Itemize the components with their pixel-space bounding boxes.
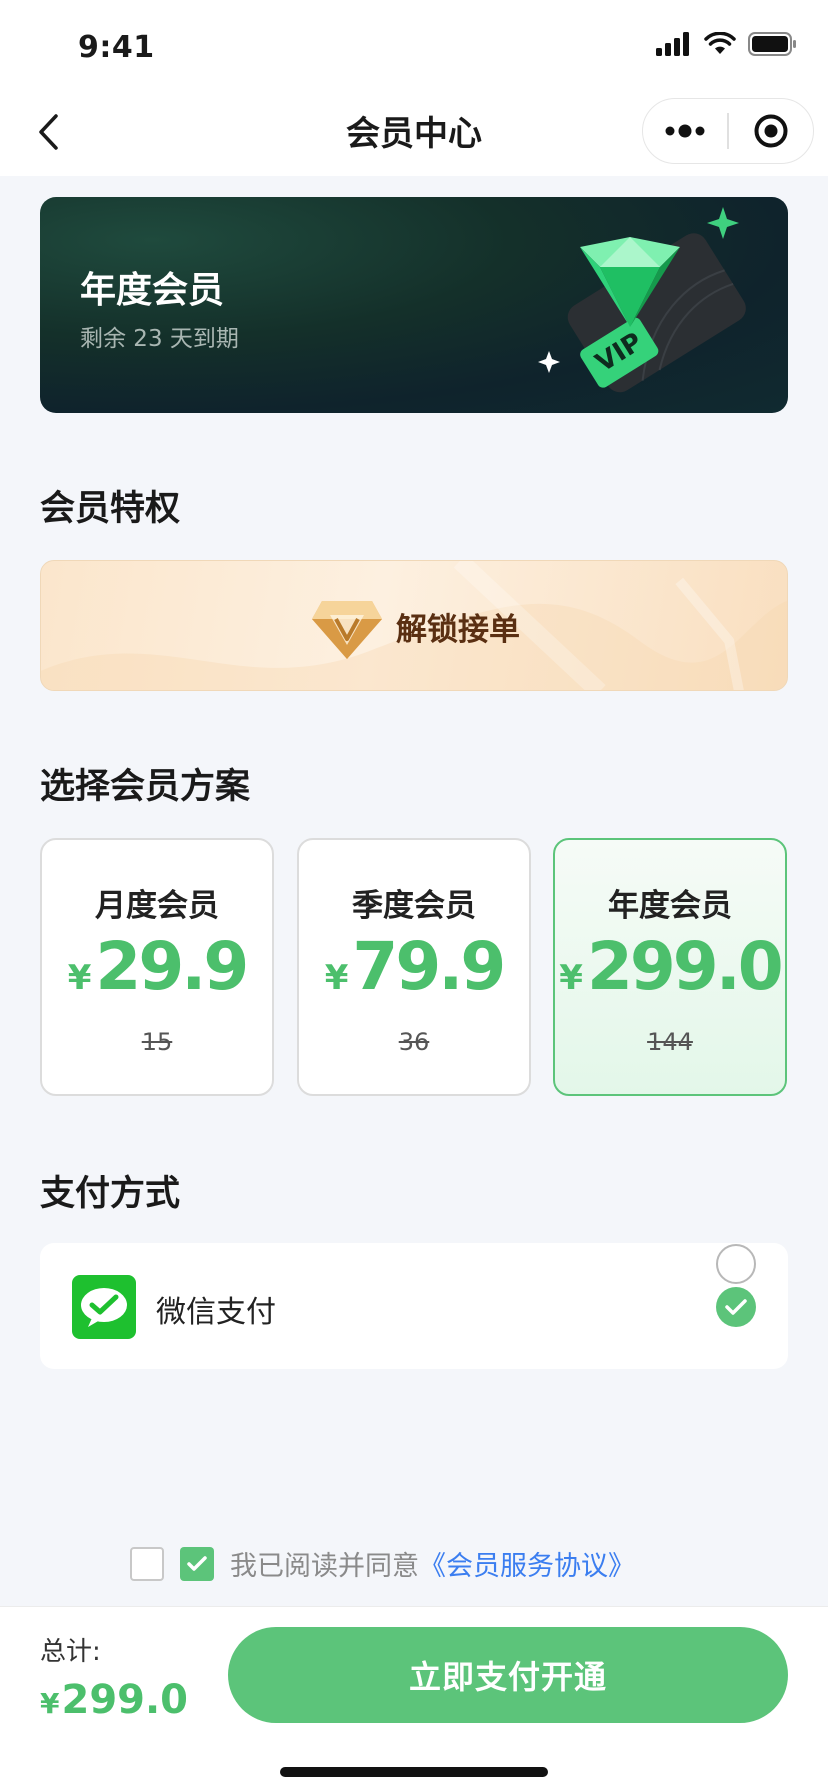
agreement-checkbox-empty[interactable] [130,1546,164,1581]
currency-symbol: ¥ [67,958,92,998]
radio-unselected[interactable] [716,1244,756,1284]
check-icon [187,1555,207,1571]
total-value: 299.0 [61,1677,189,1723]
original-price: 36 [398,1028,430,1056]
privilege-unlock-orders[interactable]: 解锁接单 [40,560,788,691]
plan-name: 季度会员 [352,888,476,924]
currency-symbol: ¥ [559,958,583,998]
plan-price: ¥ 79.9 [299,928,529,1005]
checkout-bar: 总计: ¥ 299.0 立即支付开通 [0,1606,828,1792]
home-indicator[interactable] [280,1767,548,1777]
currency-symbol: ¥ [324,958,349,998]
total-amount: ¥ 299.0 [40,1677,188,1723]
payment-method-label: 微信支付 [156,1295,276,1330]
status-bar: 9:41 [0,0,828,96]
more-button[interactable] [643,99,727,163]
agreement-row: 我已阅读并同意 《会员服务协议》 [130,1544,635,1583]
original-price: 144 [647,1028,693,1056]
price-amount: 79.9 [352,928,506,1005]
diamond-badge-icon [312,601,382,659]
check-icon [725,1299,747,1315]
plan-price: ¥ 29.9 [42,928,272,1005]
vip-card-illustration: VIP [538,207,746,393]
plan-card-yearly[interactable]: 年度会员 ¥ 299.0 144 [553,838,787,1096]
pay-now-button[interactable]: 立即支付开通 [228,1627,788,1723]
nav-bar: 会员中心 [0,88,828,176]
close-button[interactable] [729,99,813,163]
wechat-pay-icon [72,1275,136,1339]
plans-heading: 选择会员方案 [40,767,251,807]
price-amount: 299.0 [586,928,784,1005]
privileges-heading: 会员特权 [40,489,181,529]
currency-symbol: ¥ [40,1687,60,1720]
signal-icon [656,32,689,56]
plan-name: 年度会员 [608,888,732,924]
more-dots-icon [665,124,705,138]
status-icons [656,32,798,56]
target-circle-icon [754,114,788,148]
vip-title: 年度会员 [80,270,225,311]
plan-name: 月度会员 [95,888,219,924]
agreement-checkbox[interactable] [180,1546,214,1581]
radio-selected[interactable] [716,1287,756,1327]
service-agreement-link[interactable]: 《会员服务协议》 [419,1544,635,1583]
plan-card-monthly[interactable]: 月度会员 ¥ 29.9 15 [40,838,274,1096]
wifi-icon [704,32,736,54]
payment-heading: 支付方式 [40,1174,181,1214]
privilege-content: 解锁接单 [41,591,787,661]
vip-status-card: 年度会员 剩余 23 天到期 VIP [40,197,788,413]
agreement-text: 我已阅读并同意 [230,1551,419,1582]
plan-card-quarterly[interactable]: 季度会员 ¥ 79.9 36 [297,838,531,1096]
mini-program-capsule [642,98,814,164]
status-time: 9:41 [78,30,155,65]
original-price: 15 [141,1028,173,1056]
payment-method-wechat[interactable]: 微信支付 [40,1243,788,1369]
plan-price: ¥ 299.0 [555,928,785,1005]
privilege-label: 解锁接单 [396,611,520,648]
price-amount: 29.9 [95,928,249,1005]
total-label: 总计: [40,1637,101,1667]
battery-icon [748,32,796,56]
vip-expiry: 剩余 23 天到期 [80,326,239,352]
